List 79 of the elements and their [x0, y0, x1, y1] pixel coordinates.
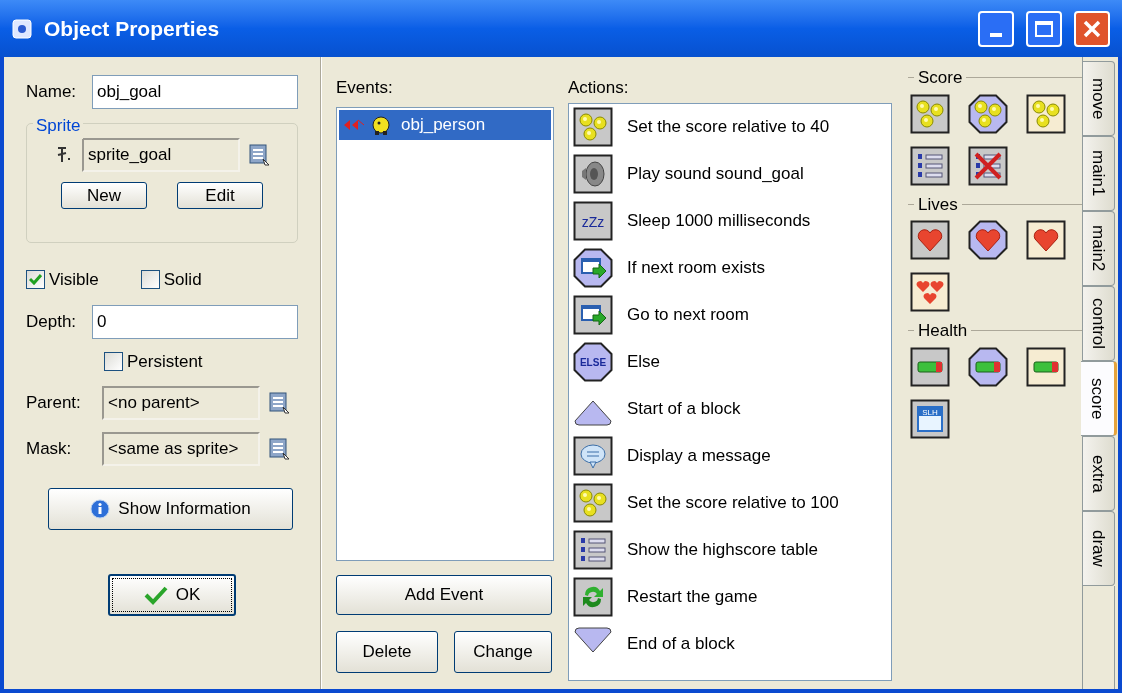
show-information-button[interactable]: Show Information — [48, 488, 293, 530]
heart-icon — [968, 220, 1008, 260]
action-item[interactable]: Play sound sound_goal — [573, 153, 887, 194]
delete-button[interactable]: Delete — [336, 630, 438, 673]
sleep-icon: zZz — [573, 200, 613, 241]
collision-arrows-icon — [343, 117, 365, 132]
sprite-field[interactable]: sprite_goal — [82, 138, 240, 172]
sprite-button[interactable]: New — [61, 182, 147, 209]
action-item[interactable]: Restart the game — [573, 576, 887, 617]
action-item[interactable]: End of a block — [573, 623, 887, 664]
restart-icon — [573, 576, 613, 617]
action-item[interactable]: If next room exists — [573, 247, 887, 288]
checkbox-label: Solid — [163, 269, 202, 291]
field-label: Parent: — [26, 392, 82, 415]
events-label: Events: — [336, 77, 394, 99]
coins-icon — [573, 482, 613, 523]
side-tab[interactable]: extra — [1083, 436, 1115, 511]
minimize-button[interactable] — [978, 10, 1014, 47]
close-icon — [1082, 18, 1102, 39]
room-arrow-icon — [573, 247, 613, 288]
side-tab[interactable]: main1 — [1083, 136, 1115, 211]
side-tab[interactable]: move — [1083, 61, 1115, 136]
coins-icon — [1026, 93, 1066, 134]
action-item[interactable]: Display a message — [573, 435, 887, 476]
checkbox[interactable] — [26, 270, 45, 290]
checkbox-label: Persistent — [127, 350, 203, 373]
coins-icon — [573, 106, 613, 147]
speaker-icon — [573, 153, 613, 194]
action-item[interactable]: Set the score relative to 40 — [573, 106, 887, 147]
caption-window-icon: SLH — [910, 398, 950, 439]
speech-bubble-icon — [573, 435, 613, 476]
actions-label: Actions: — [568, 77, 630, 99]
side-tab[interactable]: control — [1083, 286, 1115, 361]
section-title: Lives — [918, 193, 958, 216]
action-item[interactable]: ELSE Else — [573, 341, 887, 382]
coins-icon — [968, 93, 1008, 134]
action-item[interactable]: Start of a block — [573, 388, 887, 429]
sprite-button[interactable]: Edit — [177, 182, 263, 209]
field-label: Depth: — [26, 310, 78, 333]
section-title: Score — [918, 67, 963, 89]
else-icon: ELSE — [573, 341, 613, 382]
action-item[interactable]: Set the score relative to 100 — [573, 482, 887, 523]
list-icon[interactable] — [268, 391, 290, 415]
window-title: Object Properties — [44, 15, 221, 42]
add-event-button[interactable]: Add Event — [336, 574, 552, 615]
side-tab[interactable]: score — [1081, 361, 1117, 436]
hearts-icon — [910, 272, 950, 312]
window-icon — [12, 18, 32, 39]
event-item[interactable]: obj_person — [339, 109, 551, 140]
numbered-list-icon — [910, 145, 950, 186]
checkbox[interactable] — [104, 351, 123, 371]
check-icon — [143, 585, 168, 605]
action-item[interactable]: Go to next room — [573, 294, 887, 335]
side-tab[interactable]: draw — [1083, 511, 1115, 586]
action-item[interactable]: zZz Sleep 1000 milliseconds — [573, 200, 887, 241]
crossed-list-icon — [968, 145, 1008, 186]
action-item[interactable]: Show the highscore table — [573, 529, 887, 570]
maximize-button[interactable] — [1026, 10, 1062, 47]
list-icon[interactable] — [248, 143, 270, 167]
ok-button[interactable]: OK — [108, 574, 236, 616]
field-label: Mask: — [26, 438, 73, 461]
numbered-list-icon — [573, 529, 613, 570]
section-title: Health — [918, 320, 968, 342]
mask-field[interactable]: <same as sprite> — [102, 432, 260, 466]
info-icon — [90, 499, 111, 519]
side-tab[interactable]: main2 — [1083, 211, 1115, 286]
coins-icon — [910, 93, 950, 134]
close-button[interactable] — [1074, 10, 1110, 47]
name-field[interactable]: obj_goal — [92, 75, 298, 109]
checkbox-label: Visible — [49, 269, 99, 291]
list-icon[interactable] — [268, 437, 290, 461]
health-bar-icon — [910, 346, 950, 387]
field-label: Name: — [26, 81, 78, 104]
parent-field[interactable]: <no parent> — [102, 386, 260, 420]
depth-field[interactable]: 0 — [92, 304, 298, 339]
checkbox[interactable] — [140, 270, 160, 290]
health-bar-icon — [1026, 346, 1066, 387]
health-bar-icon — [968, 346, 1008, 387]
change-button[interactable]: Change — [454, 630, 552, 673]
